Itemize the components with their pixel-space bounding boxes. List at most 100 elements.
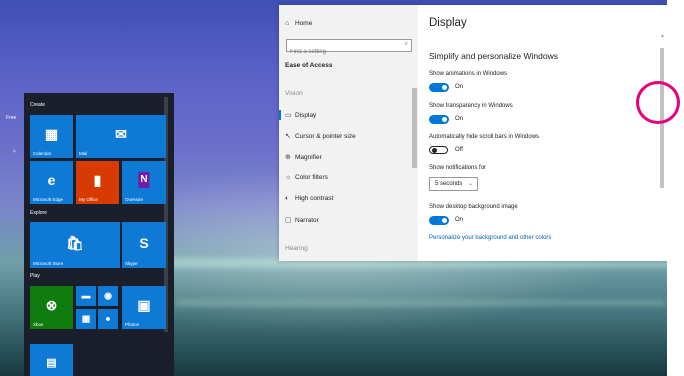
chevron-down-icon: ⌄ — [467, 181, 473, 187]
hide-scrollbars-toggle[interactable] — [429, 146, 448, 154]
nav-home[interactable]: ⌂ Home — [285, 20, 312, 27]
personalize-link[interactable]: Personalize your background and other co… — [429, 235, 551, 241]
show-transparency-label: Show transparency in Windows — [429, 103, 513, 109]
narrator-icon: ▢ — [285, 217, 292, 224]
nav-scrollbar[interactable] — [412, 88, 417, 168]
show-transparency-toggle[interactable] — [429, 115, 449, 124]
chevron-down-icon[interactable]: ˅ — [13, 149, 16, 155]
tile-groove[interactable]: ◉ — [98, 286, 118, 306]
nav-home-label: Home — [295, 20, 313, 27]
highlight-circle — [636, 81, 680, 124]
toggle-knob — [442, 218, 447, 223]
tile-label: Calendar — [33, 151, 52, 156]
tile-photos[interactable]: ▣ Photos — [122, 286, 166, 329]
nav-group-hearing: Hearing — [285, 245, 308, 252]
nav-item-color-filters[interactable]: ☼ Color filters — [285, 174, 328, 181]
tile-maps[interactable]: ● — [98, 309, 118, 329]
tile-label: Xbox — [33, 322, 44, 327]
tile-label: Skype — [125, 261, 138, 266]
scroll-up-icon[interactable]: ▲ — [660, 33, 665, 39]
film-icon: ▬ — [81, 290, 91, 301]
tile-mail[interactable]: ✉ Mail — [76, 115, 166, 158]
page-margin — [667, 0, 684, 376]
nav-selected-indicator — [279, 110, 281, 120]
nav-item-magnifier[interactable]: ⊕ Magnifier — [285, 153, 322, 161]
nav-item-label: High contrast — [295, 195, 334, 202]
background-image-label: Show desktop background image — [429, 204, 518, 210]
settings-nav: ⌂ Home ⌕ Ease of Access Vision ▭Display ↖… — [279, 5, 418, 261]
toggle-knob — [442, 85, 447, 90]
search-input[interactable] — [287, 46, 398, 58]
nav-item-label: Cursor & pointer size — [295, 133, 356, 140]
dropdown-value: 5 seconds — [435, 181, 463, 187]
toggle-state: On — [455, 84, 464, 90]
display-icon: ▭ — [285, 112, 292, 119]
nav-item-cursor[interactable]: ↖ Cursor & pointer size — [285, 132, 356, 140]
light-streak — [175, 300, 665, 306]
background-image-toggle[interactable] — [429, 216, 449, 225]
toggle-state: On — [455, 217, 464, 223]
edge-icon: e — [47, 172, 56, 189]
color-filters-icon: ☼ — [285, 174, 292, 181]
tile-calendar[interactable]: ▦ Calendar — [30, 115, 73, 158]
mail-icon: ✉ — [115, 126, 127, 143]
search-icon[interactable]: ⌕ — [405, 41, 408, 48]
page-title: Display — [429, 17, 467, 29]
tile-label: Mail — [79, 151, 88, 156]
show-animations-toggle[interactable] — [429, 83, 449, 92]
tile-xbox[interactable]: ⊗ Xbox — [30, 286, 73, 329]
group-label-create: Create — [30, 102, 46, 108]
tile-onenote[interactable]: N OneNote — [122, 161, 166, 204]
tile-microsoft-store[interactable]: 🛍 Microsoft Store — [30, 222, 120, 268]
tile-label: OneNote — [125, 197, 144, 202]
nav-item-narrator[interactable]: ▢ Narrator — [285, 216, 319, 224]
tile-my-office[interactable]: ▮ My Office — [76, 161, 119, 204]
hide-scrollbars-label: Automatically hide scroll bars in Window… — [429, 134, 540, 140]
toggle-state: Off — [455, 147, 463, 153]
high-contrast-icon: ◐ — [285, 195, 290, 202]
office-icon: ▮ — [93, 172, 102, 189]
photos-icon: ▣ — [137, 297, 151, 314]
toggle-state: On — [455, 116, 464, 122]
magnifier-icon: ⊕ — [285, 154, 291, 161]
nav-section-title: Ease of Access — [285, 62, 333, 69]
search-field[interactable]: ⌕ — [286, 39, 412, 58]
nav-item-label: Narrator — [295, 217, 319, 224]
notifications-dropdown[interactable]: 5 seconds ⌄ — [429, 177, 478, 191]
show-animations-label: Show animations in Windows — [429, 71, 508, 77]
tile-calculator[interactable]: ▦ — [76, 309, 96, 329]
tile-label: My Office — [79, 197, 98, 202]
nav-item-label: Magnifier — [295, 154, 322, 161]
xbox-icon: ⊗ — [45, 297, 58, 314]
disc-icon: ◉ — [104, 290, 112, 301]
tile-label: Microsoft Edge — [33, 197, 64, 202]
tile-partial[interactable]: ▤ — [30, 344, 73, 376]
group-label-explore: Explore — [30, 210, 47, 216]
toggle-knob — [442, 117, 447, 122]
cursor-icon: ↖ — [285, 133, 291, 140]
tile-movies[interactable]: ▬ — [76, 286, 96, 306]
skype-icon: S — [139, 234, 149, 251]
settings-content: Display Simplify and personalize Windows… — [427, 5, 665, 261]
toggle-knob — [432, 148, 437, 153]
nav-item-label: Color filters — [295, 174, 328, 181]
document-icon: ▤ — [46, 357, 57, 370]
home-icon: ⌂ — [285, 20, 290, 27]
calendar-icon: ▦ — [44, 126, 59, 143]
nav-item-high-contrast[interactable]: ◐ High contrast — [285, 195, 333, 202]
group-label-play: Play — [30, 273, 40, 279]
pin-icon: ● — [105, 313, 111, 324]
tile-label: Photos — [125, 322, 140, 327]
settings-window: ⌂Home ⌕ Ease of Access Vision ▭Display ↖… — [279, 5, 667, 261]
notifications-label: Show notifications for — [429, 165, 487, 171]
tile-edge[interactable]: e Microsoft Edge — [30, 161, 73, 204]
onenote-icon: N — [138, 172, 150, 189]
nav-item-display[interactable]: ▭ Display — [285, 111, 316, 119]
free-label: Free — [6, 115, 17, 121]
store-icon: 🛍 — [66, 234, 84, 251]
section-title: Simplify and personalize Windows — [429, 51, 558, 61]
tile-skype[interactable]: S Skype — [122, 222, 166, 268]
calculator-icon: ▦ — [81, 313, 91, 324]
nav-group-vision: Vision — [285, 90, 303, 97]
tile-label: Microsoft Store — [33, 261, 64, 266]
